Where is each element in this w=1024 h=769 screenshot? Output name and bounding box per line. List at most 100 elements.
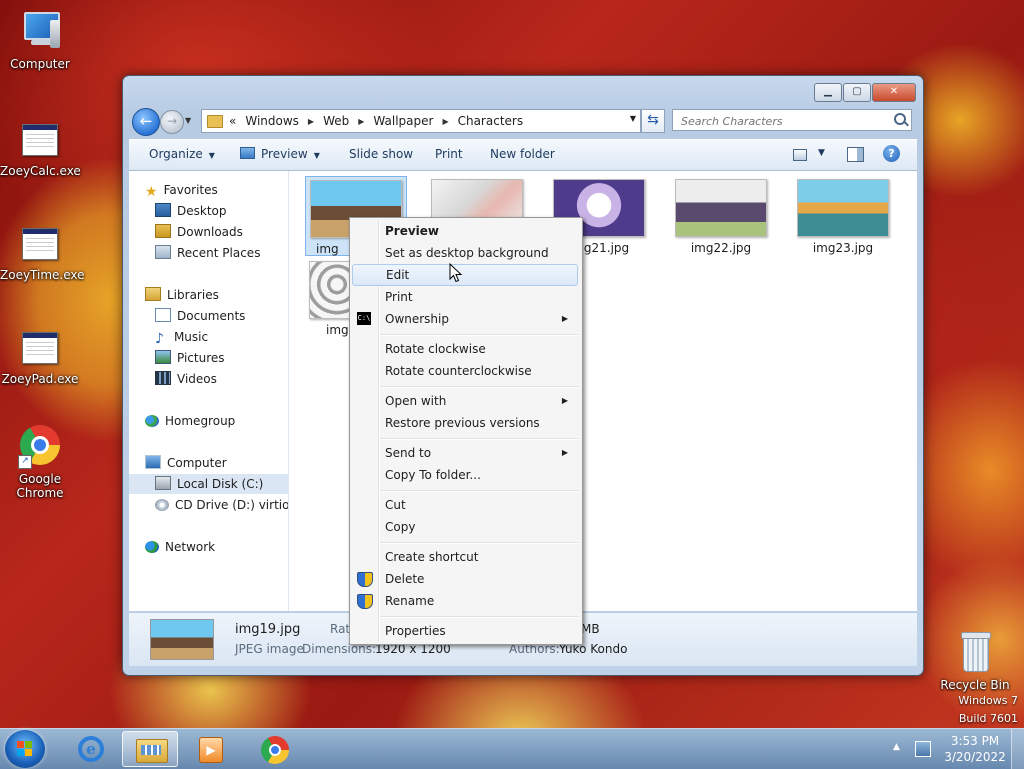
forward-button[interactable]: → (160, 110, 184, 134)
menu-item-restore-previous-versions[interactable]: Restore previous versions (352, 412, 578, 434)
search-icon[interactable] (894, 113, 906, 125)
menu-item-rotate-counterclockwise[interactable]: Rotate counterclockwise (352, 360, 578, 382)
menu-item-copy-to-folder[interactable]: Copy To folder... (352, 464, 578, 486)
desktop-icon-label: Google Chrome (16, 472, 64, 500)
internet-explorer-icon: e (78, 736, 104, 762)
nav-libraries[interactable]: Libraries (145, 285, 288, 305)
menu-item-label: Rotate clockwise (385, 342, 486, 356)
nav-desktop[interactable]: Desktop (155, 201, 288, 221)
uac-shield-icon (357, 594, 373, 609)
chevron-down-icon[interactable]: ▼ (630, 114, 636, 123)
nav-computer[interactable]: Computer (145, 453, 288, 473)
nav-homegroup[interactable]: Homegroup (145, 411, 288, 431)
chevron-down-icon[interactable]: ▼ (818, 148, 825, 158)
desktop-icon-zoeypad[interactable]: ZoeyPad.exe (0, 326, 80, 386)
show-hidden-icons-button[interactable]: ▲ (893, 742, 900, 752)
nav-label: Documents (177, 309, 246, 323)
desktop-icon-label: Computer (10, 57, 70, 71)
file-item[interactable]: img23.jpg (793, 176, 893, 255)
windows-explorer-icon (136, 739, 168, 763)
preview-pane-icon[interactable] (847, 147, 864, 162)
menu-item-create-shortcut[interactable]: Create shortcut (352, 546, 578, 568)
maximize-button[interactable]: ▢ (843, 83, 871, 102)
menu-item-cut[interactable]: Cut (352, 494, 578, 516)
system-clock[interactable]: 3:53 PM 3/20/2022 (940, 733, 1010, 765)
nav-network[interactable]: Network (145, 537, 288, 557)
nav-videos[interactable]: Videos (155, 369, 288, 389)
nav-recent-places[interactable]: Recent Places (155, 243, 288, 263)
taskbar-google-chrome[interactable] (246, 731, 302, 767)
menu-item-copy[interactable]: Copy (352, 516, 578, 538)
breadcrumb-windows[interactable]: Windows (245, 114, 299, 128)
search-box[interactable] (672, 109, 912, 131)
nav-documents[interactable]: Documents (155, 306, 288, 326)
print-button[interactable]: Print (435, 147, 463, 161)
desktop-icon-recycle-bin[interactable]: Recycle Bin (935, 632, 1015, 692)
slideshow-button[interactable]: Slide show (349, 147, 413, 161)
recent-pages-button[interactable]: ▼ (185, 116, 191, 125)
back-button[interactable]: ← (132, 108, 160, 136)
desktop-icon-zoeycalc[interactable]: ZoeyCalc.exe (0, 118, 81, 178)
menu-item-label: Properties (385, 624, 446, 638)
libraries-icon (145, 287, 161, 301)
search-input[interactable] (679, 111, 883, 131)
change-view-icon[interactable] (793, 149, 807, 161)
desktop-icon-computer[interactable]: Computer (0, 10, 80, 71)
organize-button[interactable]: Organize ▼ (149, 147, 215, 161)
chevron-right-icon[interactable]: ▶ (442, 117, 448, 126)
nav-label: Computer (167, 456, 227, 470)
menu-item-label: Copy (385, 520, 416, 534)
nav-cd-drive[interactable]: CD Drive (D:) virtio-v (155, 495, 288, 515)
taskbar-internet-explorer[interactable]: e (62, 731, 118, 767)
menu-item-label: Restore previous versions (385, 416, 540, 430)
preview-button[interactable]: Preview ▼ (240, 147, 320, 161)
show-desktop-button[interactable] (1011, 729, 1024, 769)
menu-item-set-desktop-background[interactable]: Set as desktop background (352, 242, 578, 264)
breadcrumb-web[interactable]: Web (323, 114, 349, 128)
menu-item-edit[interactable]: Edit (352, 264, 578, 286)
menu-item-rotate-clockwise[interactable]: Rotate clockwise (352, 338, 578, 360)
menu-item-properties[interactable]: Properties (352, 620, 578, 642)
menu-item-preview[interactable]: Preview (352, 220, 578, 242)
address-bar[interactable]: « Windows ▶ Web ▶ Wallpaper ▶ Characters… (201, 109, 641, 133)
chevron-right-icon[interactable]: ▶ (358, 117, 364, 126)
chevron-right-icon[interactable]: ▶ (308, 117, 314, 126)
refresh-button[interactable]: ⇆ (641, 109, 665, 133)
close-button[interactable]: ✕ (872, 83, 916, 102)
nav-music[interactable]: ♪ Music (155, 327, 288, 347)
nav-local-disk[interactable]: Local Disk (C:) (129, 474, 288, 494)
breadcrumb-characters[interactable]: Characters (458, 114, 524, 128)
breadcrumb-wallpaper[interactable]: Wallpaper (373, 114, 433, 128)
menu-item-rename[interactable]: Rename (352, 590, 578, 612)
preview-label: Preview (261, 147, 308, 161)
nav-label: Network (165, 540, 216, 554)
new-folder-button[interactable]: New folder (490, 147, 555, 161)
taskbar-windows-explorer[interactable] (122, 731, 178, 767)
minimize-button[interactable]: ▁ (814, 83, 842, 102)
menu-separator (380, 438, 578, 440)
menu-item-open-with[interactable]: Open with ▶ (352, 390, 578, 412)
menu-item-delete[interactable]: Delete (352, 568, 578, 590)
menu-item-ownership[interactable]: C:\ Ownership ▶ (352, 308, 578, 330)
desktop-icon-zoeytime[interactable]: ZoeyTime.exe (0, 222, 85, 282)
breadcrumb-overflow[interactable]: « (229, 114, 236, 128)
nav-favorites[interactable]: ★ Favorites (145, 180, 288, 200)
details-file-type: JPEG image (235, 642, 304, 656)
help-icon[interactable]: ? (883, 145, 900, 162)
taskbar-media-player[interactable]: ▶ (182, 731, 238, 767)
desktop-icon-label: ZoeyCalc.exe (0, 164, 81, 178)
file-name: img23.jpg (812, 241, 874, 255)
network-icon (145, 541, 159, 553)
network-status-icon[interactable] (915, 741, 931, 757)
nav-downloads[interactable]: Downloads (155, 222, 288, 242)
menu-item-print[interactable]: Print (352, 286, 578, 308)
start-button[interactable] (5, 730, 45, 768)
nav-pictures[interactable]: Pictures (155, 348, 288, 368)
nav-label: Music (173, 330, 209, 344)
file-item[interactable]: img22.jpg (671, 176, 771, 255)
desktop-icon-google-chrome[interactable]: ↗ Google Chrome (0, 425, 80, 500)
menu-item-send-to[interactable]: Send to ▶ (352, 442, 578, 464)
details-size-value: MB (581, 622, 600, 636)
application-window-icon (22, 124, 58, 156)
nav-label: Desktop (177, 204, 227, 218)
